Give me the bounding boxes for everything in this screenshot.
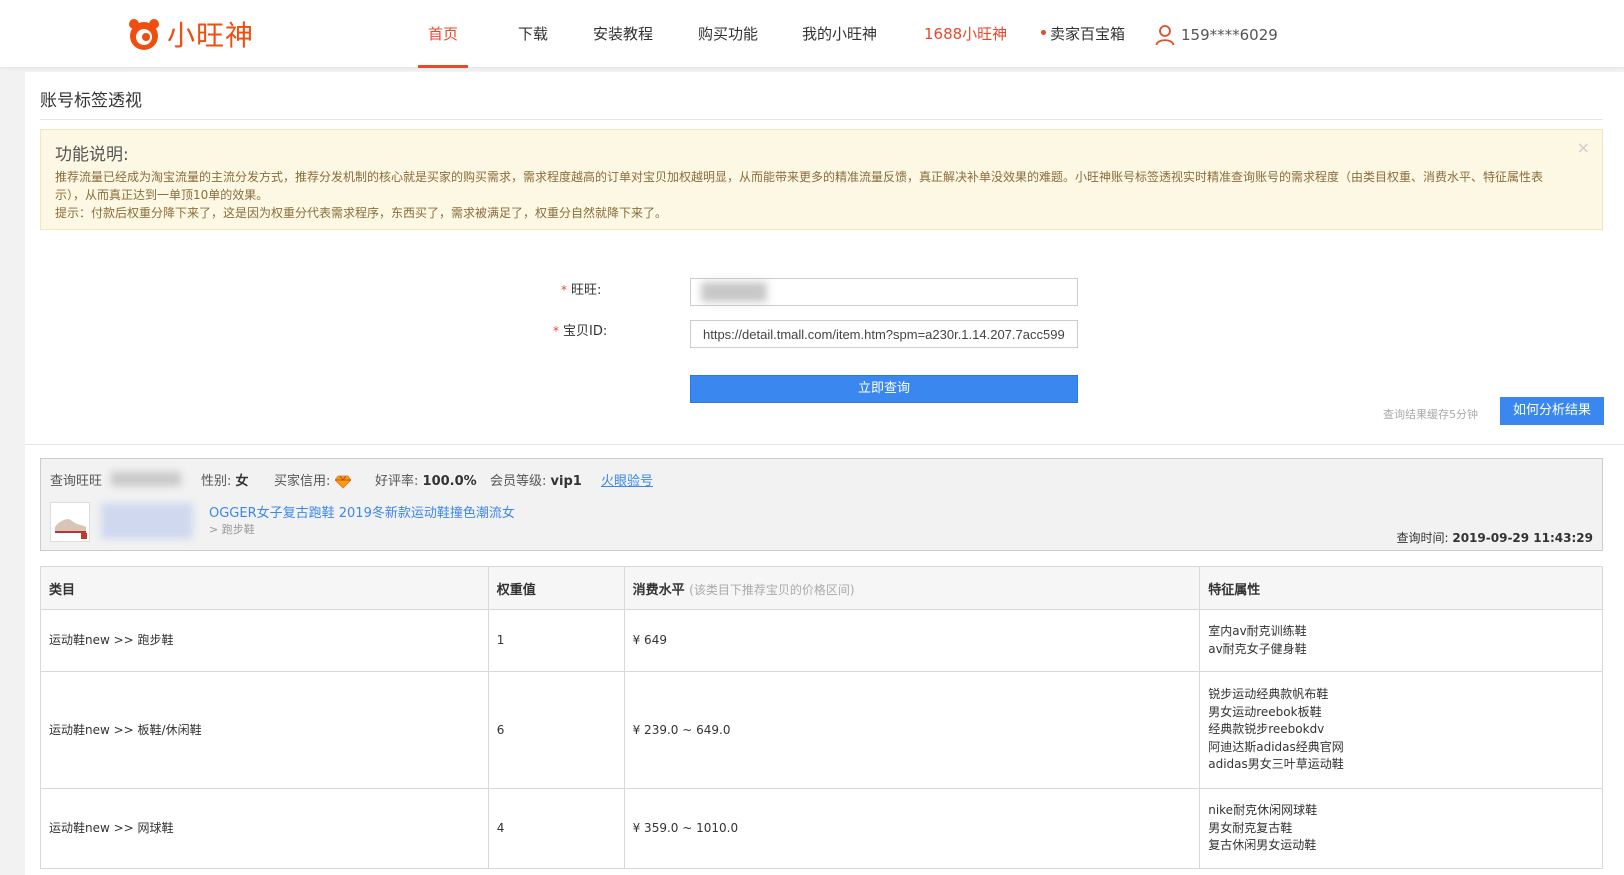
top-header: 小旺神 首页 下载 安装教程 购买功能 我的小旺神 1688小旺神 卖家百宝箱 … [0, 0, 1624, 68]
notice-title: 功能说明: [55, 145, 129, 165]
cell-features: 室内av耐克训练鞋 av耐克女子健身鞋 [1199, 609, 1603, 672]
notice-text-2: 提示：付款后权重分降下来了，这是因为权重分代表需求程序，东西买了，需求被满足了，… [55, 206, 668, 220]
feature-item: 阿迪达斯adidas经典官网 [1208, 739, 1344, 754]
huoyan-check-link[interactable]: 火眼验号 [601, 470, 653, 489]
item-id-label: * 宝贝ID: [553, 324, 608, 339]
user-menu[interactable]: 159****6029 [1155, 22, 1278, 48]
logo-mark-icon [129, 19, 159, 50]
cell-weight: 6 [487, 671, 625, 789]
cell-features: 锐步运动经典款帆布鞋 男女运动reebok板鞋 经典款锐步reebokdv 阿迪… [1199, 671, 1603, 789]
redacted-name [111, 472, 181, 486]
nav-buy[interactable]: 购买功能 [698, 0, 758, 68]
result-summary: 查询旺旺 性别: 女 买家信用: 好评率: 100.0% 会员等级: vip1 … [40, 458, 1603, 551]
title-divider [40, 119, 1603, 120]
cell-spend: ¥ 359.0 ~ 1010.0 [623, 788, 1201, 869]
user-icon [1155, 25, 1175, 46]
feature-item: 复古休闲男女运动鞋 [1208, 838, 1317, 853]
query-button[interactable]: 立即查询 [690, 375, 1078, 403]
redacted-wangwang [701, 282, 767, 302]
query-time: 查询时间: 2019-09-29 11:43:29 [1396, 531, 1593, 545]
feature-item: nike耐克休闲网球鞋 [1208, 803, 1318, 818]
cell-category: 运动鞋new >> 网球鞋 [40, 788, 489, 869]
table-header-row: 类目 权重值 消费水平 (该类目下推荐宝贝的价格区间) 特征属性 [40, 566, 1603, 610]
cell-weight: 1 [487, 609, 625, 672]
feature-item: 经典款锐步reebokdv [1208, 722, 1325, 737]
nav-my-account[interactable]: 我的小旺神 [802, 0, 877, 68]
item-title-link[interactable]: OGGER女子复古跑鞋 2019冬新款运动鞋撞色潮流女 [209, 502, 515, 521]
gender: 性别: 女 [201, 474, 249, 489]
item-id-input[interactable] [690, 320, 1078, 348]
col-spend: 消费水平 (该类目下推荐宝贝的价格区间) [623, 566, 1201, 610]
cell-spend: ¥ 239.0 ~ 649.0 [623, 671, 1201, 789]
feature-item: 男女运动reebok板鞋 [1208, 704, 1322, 719]
cell-features: nike耐克休闲网球鞋 男女耐克复古鞋 复古休闲男女运动鞋 [1199, 788, 1603, 869]
cache-note: 查询结果缓存5分钟 [1383, 408, 1478, 421]
cell-category: 运动鞋new >> 跑步鞋 [40, 609, 489, 672]
section-divider [25, 444, 1624, 445]
item-thumbnail[interactable] [50, 502, 90, 542]
notice-text-1: 推荐流量已经成为淘宝流量的主流分发方式，推荐分发机制的核心就是买家的购买需求，需… [55, 170, 1544, 202]
cell-category: 运动鞋new >> 板鞋/休闲鞋 [40, 671, 489, 789]
col-category: 类目 [40, 566, 489, 610]
brand-name: 小旺神 [167, 19, 255, 52]
table-row: 运动鞋new >> 板鞋/休闲鞋 6 ¥ 239.0 ~ 649.0 锐步运动经… [40, 671, 1603, 789]
feature-item: 室内av耐克训练鞋 [1208, 624, 1307, 638]
close-icon[interactable]: × [1577, 138, 1590, 157]
feature-item: adidas男女三叶草运动鞋 [1208, 757, 1344, 772]
page-title: 账号标签透视 [40, 91, 142, 111]
main-panel: 账号标签透视 功能说明: × 推荐流量已经成为淘宝流量的主流分发方式，推荐分发机… [25, 72, 1624, 875]
feature-item: av耐克女子健身鞋 [1208, 641, 1307, 656]
buyer-credit: 买家信用: [274, 470, 352, 489]
diamond-icon [334, 475, 352, 489]
wangwang-label: * 旺旺: [561, 283, 602, 298]
new-dot-icon [1041, 30, 1046, 35]
item-category: > 跑步鞋 [209, 523, 255, 536]
redacted-title [101, 503, 193, 539]
cell-spend: ¥ 649 [623, 609, 1201, 672]
table-row: 运动鞋new >> 跑步鞋 1 ¥ 649 室内av耐克训练鞋 av耐克女子健身… [40, 609, 1603, 672]
feature-item: 男女耐克复古鞋 [1208, 820, 1293, 835]
col-features: 特征属性 [1199, 566, 1603, 610]
table-row: 运动鞋new >> 网球鞋 4 ¥ 359.0 ~ 1010.0 nike耐克休… [40, 788, 1603, 869]
cell-weight: 4 [487, 788, 625, 869]
nav-download[interactable]: 下载 [518, 0, 548, 68]
nav-seller-toolbox[interactable]: 卖家百宝箱 [1041, 0, 1125, 68]
nav-1688[interactable]: 1688小旺神 [924, 0, 1007, 68]
brand-logo[interactable]: 小旺神 [125, 12, 254, 56]
col-weight: 权重值 [487, 566, 625, 610]
tag-table: 类目 权重值 消费水平 (该类目下推荐宝贝的价格区间) 特征属性 运动鞋new … [40, 566, 1603, 869]
queried-wangwang: 查询旺旺 [50, 474, 103, 489]
member-level: 会员等级: vip1 [490, 474, 582, 489]
feature-item: 锐步运动经典款帆布鞋 [1208, 687, 1329, 702]
how-to-analyze-button[interactable]: 如何分析结果 [1500, 397, 1604, 425]
shoe-image-icon [55, 519, 87, 539]
nav-home[interactable]: 首页 [417, 0, 469, 68]
nav-seller-toolbox-label: 卖家百宝箱 [1050, 25, 1126, 43]
praise-rate: 好评率: 100.0% [375, 474, 477, 489]
notice-body: 推荐流量已经成为淘宝流量的主流分发方式，推荐分发机制的核心就是买家的购买需求，需… [55, 168, 1555, 222]
feature-notice: 功能说明: × 推荐流量已经成为淘宝流量的主流分发方式，推荐分发机制的核心就是买… [40, 129, 1603, 230]
user-account: 159****6029 [1181, 26, 1278, 44]
nav-install-guide[interactable]: 安装教程 [593, 0, 653, 68]
